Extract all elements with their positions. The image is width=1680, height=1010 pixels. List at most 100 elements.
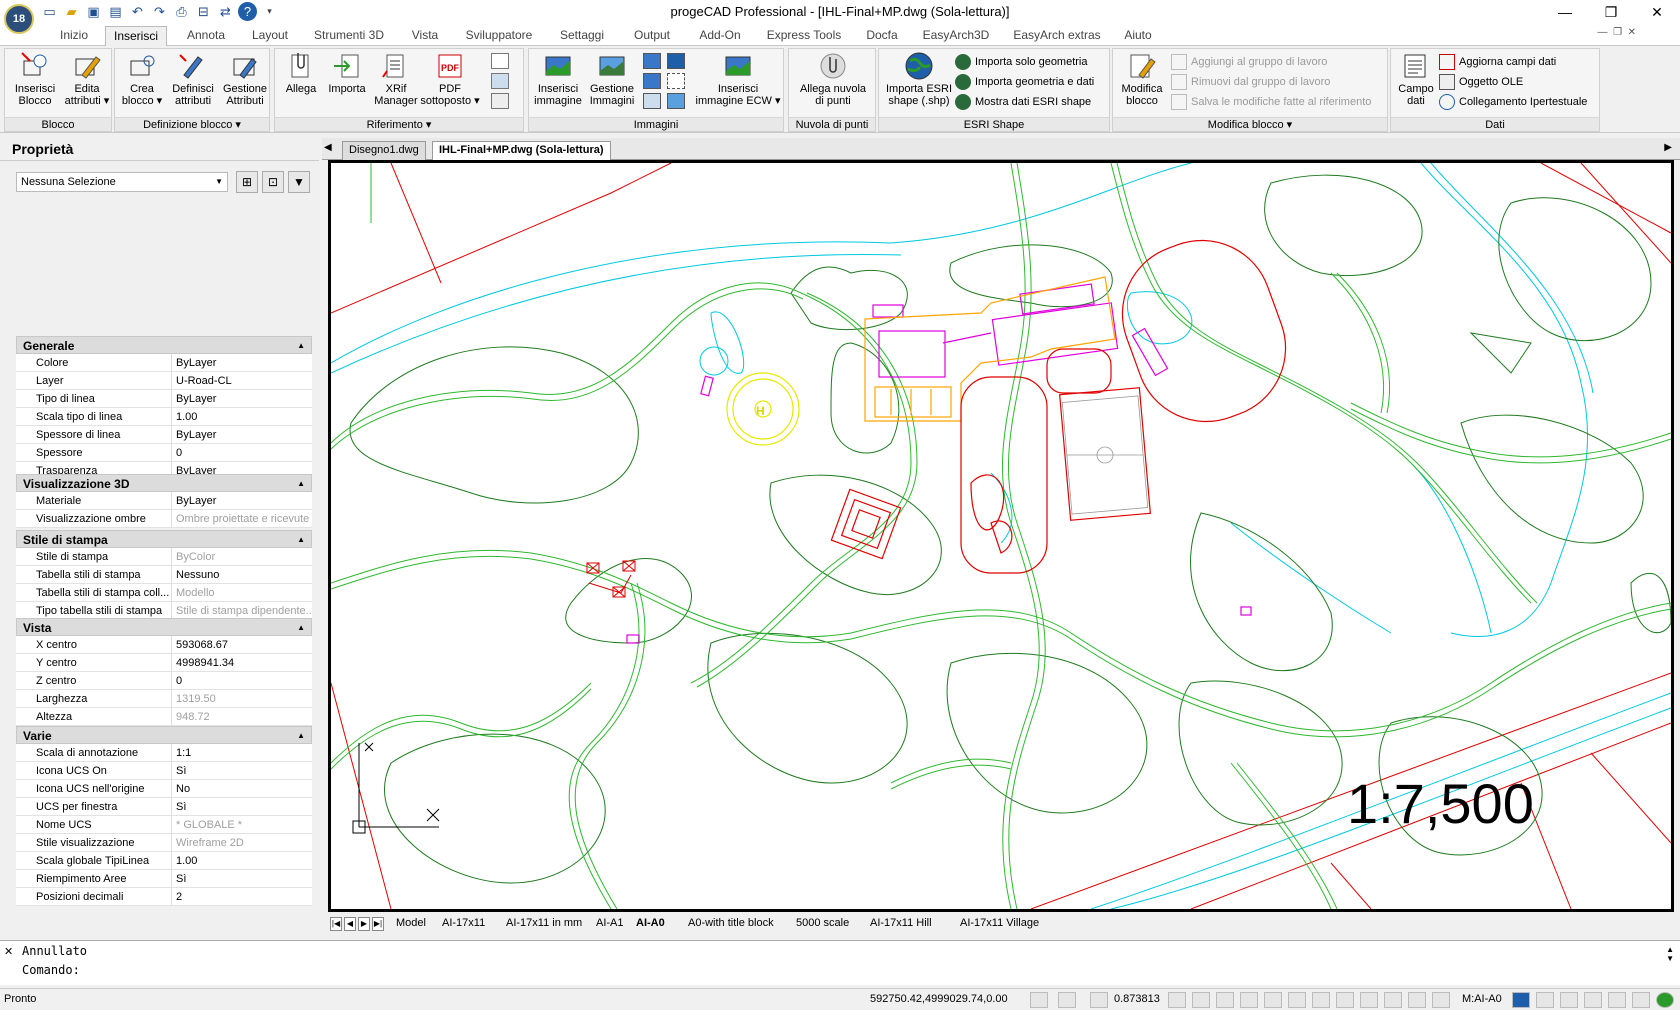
layout-first-icon[interactable]: |◀ (330, 917, 342, 931)
property-row[interactable]: Y centro 4998941.34 (16, 654, 312, 672)
tab-settaggi[interactable]: Settaggi (554, 26, 610, 46)
drawing-svg[interactable]: H 1:7,500 (331, 163, 1671, 909)
property-value[interactable]: 4998941.34 (172, 654, 312, 671)
ribbon-window-controls[interactable]: — ❐ ✕ (1598, 27, 1636, 38)
property-value[interactable]: ByLayer (172, 492, 312, 509)
property-value[interactable]: ByLayer (172, 354, 312, 371)
tab-vista[interactable]: Vista (402, 26, 448, 46)
layout-tab-ai-a0[interactable]: AI-A0 (630, 916, 671, 933)
command-close-icon[interactable]: ✕ (4, 945, 13, 958)
edit-attributes-button[interactable]: Edita attributi ▾ (61, 51, 113, 107)
ole-object-button[interactable]: Oggetto OLE (1439, 73, 1523, 91)
command-prompt[interactable]: Comando: (22, 963, 80, 977)
select-objects-icon[interactable]: ⊡ (262, 171, 284, 193)
property-value[interactable]: Sì (172, 762, 312, 779)
manage-attributes-button[interactable]: Gestione Attributi (219, 51, 271, 107)
tab-express-tools[interactable]: Express Tools (764, 26, 844, 46)
property-value[interactable]: 593068.67 (172, 636, 312, 653)
clean-screen-icon[interactable] (1608, 992, 1626, 1008)
insert-block-button[interactable]: Inserisci Blocco (9, 51, 61, 107)
property-section-header[interactable]: Stile di stampa (16, 530, 312, 549)
doc-tab-ihl-final[interactable]: IHL-Final+MP.dwg (Sola-lettura) (432, 141, 611, 160)
property-value[interactable]: * GLOBALE * (172, 816, 312, 833)
xref-manager-button[interactable]: XRif Manager (371, 51, 421, 107)
tab-strumenti-3d[interactable]: Strumenti 3D (308, 26, 390, 46)
selection-dropdown[interactable]: Nessuna Selezione (16, 172, 228, 192)
add-to-working-set-button[interactable]: Aggiungi al gruppo di lavoro (1171, 53, 1327, 71)
annotation-scale-icon[interactable] (1090, 992, 1108, 1008)
isolate-icon[interactable] (1560, 992, 1578, 1008)
property-value[interactable]: 2 (172, 888, 312, 905)
property-row[interactable]: Icona UCS On Sì (16, 762, 312, 780)
manage-images-button[interactable]: Gestione Immagini (585, 51, 639, 107)
minimize-button[interactable]: — (1542, 0, 1588, 24)
doc-tab-disegno1[interactable]: Disegno1.dwg (342, 141, 426, 160)
property-row[interactable]: Posizioni decimali 2 (16, 888, 312, 906)
layout-tab-ai-17x11-hill[interactable]: AI-17x11 Hill (864, 916, 938, 933)
hardware-accel-icon[interactable] (1584, 992, 1602, 1008)
layout-last-icon[interactable]: ▶| (372, 917, 384, 931)
save-reference-edits-button[interactable]: Salva le modifiche fatte al riferimento (1171, 93, 1371, 111)
quick-properties-icon[interactable] (1384, 992, 1402, 1008)
tab-easyarch3d[interactable]: EasyArch3D (918, 26, 994, 46)
property-section-header[interactable]: Generale (16, 336, 312, 355)
lineweight-icon[interactable] (1312, 992, 1330, 1008)
layout-tab-a0-title-block[interactable]: A0-with title block (682, 916, 780, 933)
property-row[interactable]: Visualizzazione ombre Ombre proiettate e … (16, 510, 312, 528)
property-value[interactable]: Nessuno (172, 566, 312, 583)
image-clip-icon[interactable] (643, 53, 661, 69)
snap-icon[interactable] (1168, 992, 1186, 1008)
tab-easyarch-extras[interactable]: EasyArch extras (1008, 26, 1106, 46)
property-row[interactable]: Layer U-Road-CL (16, 372, 312, 390)
image-adjust-icon[interactable] (643, 73, 661, 89)
drawing-canvas[interactable]: H 1:7,500 (328, 160, 1674, 912)
layout-tab-ai-17x11-mm[interactable]: AI-17x11 in mm (500, 916, 588, 933)
property-value[interactable]: 0 (172, 672, 312, 689)
layout-tab-model[interactable]: Model (390, 916, 432, 933)
edit-block-button[interactable]: Modifica blocco (1115, 51, 1169, 107)
property-row[interactable]: Materiale ByLayer (16, 492, 312, 510)
property-row[interactable]: Scala globale TipiLinea 1.00 (16, 852, 312, 870)
property-row[interactable]: X centro 593068.67 (16, 636, 312, 654)
property-value[interactable]: 1.00 (172, 852, 312, 869)
property-value[interactable]: ByLayer (172, 390, 312, 407)
tab-output[interactable]: Output (626, 26, 678, 46)
tab-aiuto[interactable]: Aiuto (1116, 26, 1160, 46)
filter-icon[interactable]: ▼ (288, 171, 310, 193)
insert-image-button[interactable]: Inserisci immagine (531, 51, 585, 107)
property-value[interactable]: 1319.50 (172, 690, 312, 707)
property-row[interactable]: Larghezza 1319.50 (16, 690, 312, 708)
layout-tab-ai-a1[interactable]: AI-A1 (590, 916, 630, 933)
tab-annota[interactable]: Annota (180, 26, 232, 46)
insert-ecw-image-button[interactable]: Inserisci immagine ECW ▾ (693, 51, 783, 107)
quick-select-icon[interactable]: ⊞ (236, 171, 258, 193)
close-button[interactable]: ✕ (1634, 0, 1680, 24)
app-logo[interactable]: 18 (4, 4, 34, 34)
property-row[interactable]: UCS per finestra Sì (16, 798, 312, 816)
layout-tab-ai-17x11-village[interactable]: AI-17x11 Village (954, 916, 1045, 933)
property-value[interactable]: Sì (172, 870, 312, 887)
property-row[interactable]: Stile di stampa ByColor (16, 548, 312, 566)
tabs-scroll-right-icon[interactable]: ▶ (1664, 142, 1672, 153)
image-quality-icon[interactable] (667, 73, 685, 89)
property-value[interactable]: Sì (172, 798, 312, 815)
property-value[interactable]: Ombre proiettate e ricevute (172, 510, 312, 527)
update-data-fields-button[interactable]: Aggiorna campi dati (1439, 53, 1556, 71)
import-geometry-data-button[interactable]: Importa geometria e dati (955, 73, 1094, 91)
customize-icon[interactable] (1632, 992, 1650, 1008)
property-value[interactable]: 948.72 (172, 708, 312, 725)
xref-clip-icon[interactable] (491, 53, 509, 69)
property-row[interactable]: Tabella stili di stampa Nessuno (16, 566, 312, 584)
property-section-header[interactable]: Varie (16, 726, 312, 745)
grid-icon[interactable] (1192, 992, 1210, 1008)
property-row[interactable]: Icona UCS nell'origine No (16, 780, 312, 798)
layout-tab-5000-scale[interactable]: 5000 scale (790, 916, 855, 933)
lock-icon[interactable] (1030, 992, 1048, 1008)
tablet-icon[interactable] (1336, 992, 1354, 1008)
property-row[interactable]: Altezza 948.72 (16, 708, 312, 726)
property-row[interactable]: Scala tipo di linea 1.00 (16, 408, 312, 426)
tab-docfa[interactable]: Docfa (860, 26, 904, 46)
layout-tab-ai-17x11[interactable]: AI-17x11 (436, 916, 491, 933)
property-row[interactable]: Tabella stili di stampa coll... Modello (16, 584, 312, 602)
show-esri-data-button[interactable]: Mostra dati ESRI shape (955, 93, 1091, 111)
